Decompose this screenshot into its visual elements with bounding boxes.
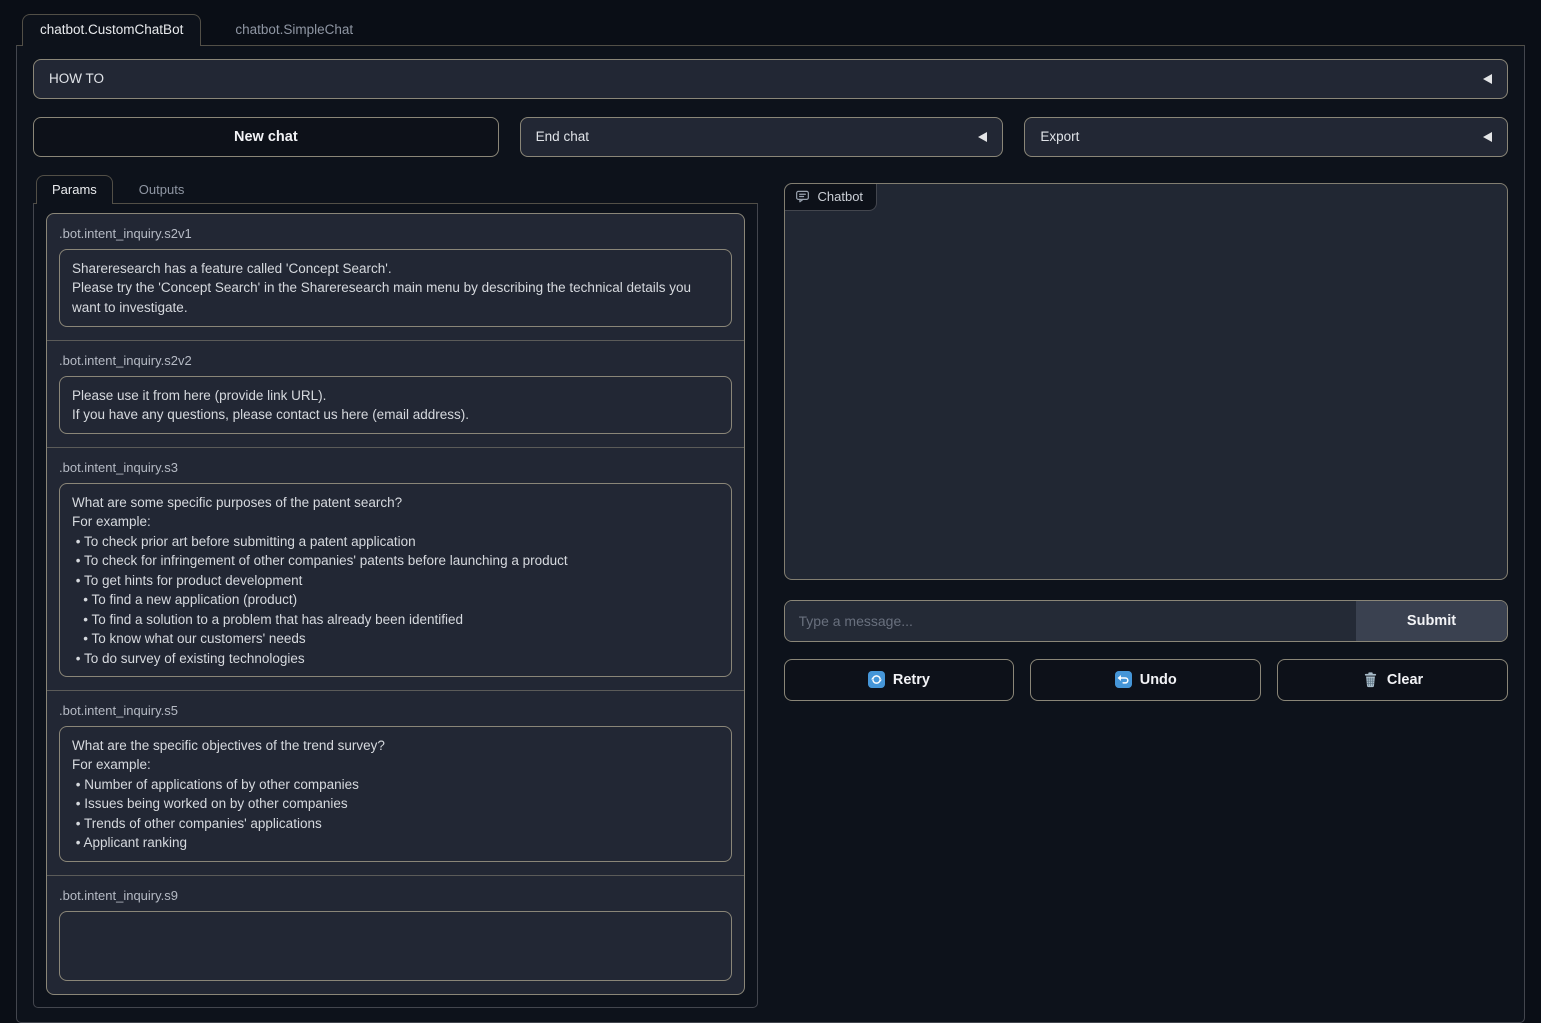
custom-chatbot-tab-panel: HOW TO New chat End chat Export Params O… — [16, 45, 1525, 1023]
collapse-arrow-icon — [1483, 74, 1492, 84]
end-chat-label: End chat — [536, 129, 589, 144]
chatbot-label-badge: Chatbot — [785, 184, 878, 211]
submit-button[interactable]: Submit — [1356, 601, 1507, 641]
clear-button[interactable]: Clear — [1277, 659, 1508, 701]
param-label: .bot.intent_inquiry.s5 — [59, 703, 732, 718]
params-column: Params Outputs .bot.intent_inquiry.s2v1 … — [33, 175, 758, 1008]
chat-actions-row: Retry Undo — [784, 659, 1509, 701]
chatbot-label: Chatbot — [818, 189, 864, 204]
params-tab-panel: .bot.intent_inquiry.s2v1 Shareresearch h… — [33, 203, 758, 1008]
param-textarea-s2v2[interactable]: Please use it from here (provide link UR… — [59, 376, 732, 434]
param-label: .bot.intent_inquiry.s9 — [59, 888, 732, 903]
param-block: .bot.intent_inquiry.s9 — [47, 875, 744, 994]
param-label: .bot.intent_inquiry.s2v2 — [59, 353, 732, 368]
param-block: .bot.intent_inquiry.s2v2 Please use it f… — [47, 340, 744, 447]
chat-bubble-icon — [795, 189, 810, 204]
param-block: .bot.intent_inquiry.s2v1 Shareresearch h… — [47, 214, 744, 340]
retry-icon — [868, 671, 885, 688]
top-tabbar: chatbot.CustomChatBot chatbot.SimpleChat — [0, 0, 1541, 46]
how-to-label: HOW TO — [49, 71, 104, 86]
collapse-arrow-icon — [978, 132, 987, 142]
param-textarea-s5[interactable]: What are the specific objectives of the … — [59, 726, 732, 862]
tab-simple-chat[interactable]: chatbot.SimpleChat — [217, 14, 371, 46]
tab-params[interactable]: Params — [36, 175, 113, 204]
tab-custom-chatbot[interactable]: chatbot.CustomChatBot — [22, 14, 201, 46]
undo-icon — [1115, 671, 1132, 688]
param-textarea-s3[interactable]: What are some specific purposes of the p… — [59, 483, 732, 677]
chat-column: Chatbot Submit — [784, 175, 1509, 701]
main-row: Params Outputs .bot.intent_inquiry.s2v1 … — [33, 175, 1508, 1008]
export-label: Export — [1040, 129, 1079, 144]
chatbot-panel: Chatbot — [784, 183, 1509, 580]
export-accordion[interactable]: Export — [1024, 117, 1508, 157]
retry-label: Retry — [893, 672, 930, 688]
param-block: .bot.intent_inquiry.s3 What are some spe… — [47, 447, 744, 690]
new-chat-button[interactable]: New chat — [33, 117, 499, 157]
actions-row: New chat End chat Export — [33, 117, 1508, 157]
undo-button[interactable]: Undo — [1030, 659, 1261, 701]
param-block: .bot.intent_inquiry.s5 What are the spec… — [47, 690, 744, 875]
param-textarea-s9[interactable] — [59, 911, 732, 981]
message-input[interactable] — [785, 601, 1357, 641]
tab-outputs[interactable]: Outputs — [123, 175, 201, 204]
message-input-group: Submit — [784, 600, 1509, 642]
trash-icon — [1362, 671, 1379, 688]
collapse-arrow-icon — [1483, 132, 1492, 142]
params-group: .bot.intent_inquiry.s2v1 Shareresearch h… — [46, 213, 745, 995]
app-root: chatbot.CustomChatBot chatbot.SimpleChat… — [0, 0, 1541, 1023]
retry-button[interactable]: Retry — [784, 659, 1015, 701]
clear-label: Clear — [1387, 672, 1423, 688]
param-textarea-s2v1[interactable]: Shareresearch has a feature called 'Conc… — [59, 249, 732, 327]
params-tabbar: Params Outputs — [33, 175, 758, 204]
how-to-accordion[interactable]: HOW TO — [33, 59, 1508, 99]
undo-label: Undo — [1140, 672, 1177, 688]
end-chat-accordion[interactable]: End chat — [520, 117, 1004, 157]
param-label: .bot.intent_inquiry.s2v1 — [59, 226, 732, 241]
chat-messages-area — [791, 208, 1502, 573]
param-label: .bot.intent_inquiry.s3 — [59, 460, 732, 475]
